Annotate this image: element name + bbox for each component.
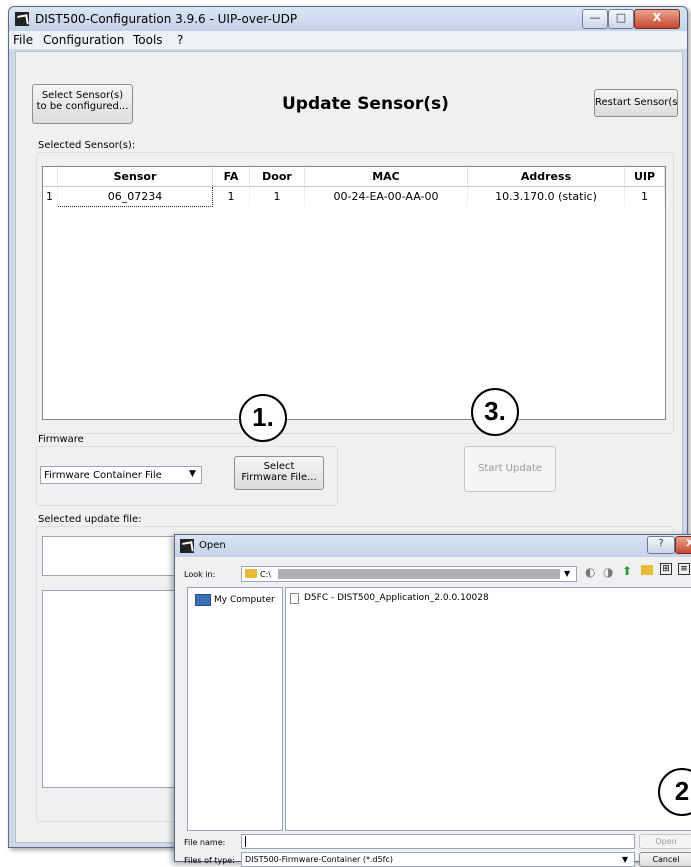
sensors-group-label: Selected Sensor(s): [38,140,136,151]
file-name-input[interactable] [241,834,635,849]
col-fa[interactable]: FA [212,167,250,187]
page-title: Update Sensor(s) [282,94,449,114]
open-button[interactable]: Open [639,834,691,849]
firmware-type-select[interactable]: Firmware Container File ▼ [40,466,202,484]
start-update-button[interactable]: Start Update [464,446,556,492]
menu-help[interactable]: ? [177,33,183,47]
minimize-button[interactable]: — [582,9,608,29]
folder-icon [245,569,257,578]
chevron-down-icon: ▼ [189,469,196,479]
col-door[interactable]: Door [249,167,305,187]
look-in-select[interactable]: C:\ ▼ [241,566,577,582]
cell-index: 1 [43,186,58,207]
firmware-type-value: Firmware Container File [44,470,162,481]
col-uip[interactable]: UIP [624,167,665,187]
step-3-marker: 3. [471,388,519,436]
list-view-icon[interactable]: ⊞ [660,563,672,575]
cell-uip[interactable]: 1 [624,186,665,207]
text-cursor [245,836,246,847]
place-label: My Computer [214,595,275,605]
computer-icon [195,594,211,606]
up-folder-icon[interactable]: ⬆ [622,564,632,578]
col-index [43,167,58,187]
files-of-type-select[interactable]: DIST500-Firmware-Container (*.d5fc) ▼ [241,852,635,867]
new-folder-icon[interactable] [641,565,653,575]
sensor-grid: Sensor FA Door MAC Address UIP 1 06_0723… [43,167,665,207]
file-name: D5FC - DIST500_Application_2.0.0.10028 [304,593,489,603]
firmware-group-label: Firmware [38,434,84,445]
update-file-label: Selected update file: [38,514,142,525]
dialog-title-bar[interactable]: Open ? X [175,535,691,557]
table-row[interactable]: 1 06_07234 1 1 00-24-EA-00-AA-00 10.3.17… [43,186,665,207]
files-of-type-value: DIST500-Firmware-Container (*.d5fc) [245,855,393,864]
file-item[interactable]: D5FC - DIST500_Application_2.0.0.10028 [290,592,590,606]
menu-tools[interactable]: Tools [133,33,163,47]
chevron-down-icon: ▼ [564,569,571,578]
col-sensor[interactable]: Sensor [57,167,213,187]
file-icon [290,593,299,604]
file-name-label: File name: [184,838,226,847]
dialog-help-button[interactable]: ? [647,536,675,554]
back-icon[interactable]: ◐ [585,565,595,579]
look-in-label: Look in: [184,570,216,579]
app-icon [15,12,29,26]
window-title: DIST500-Configuration 3.9.6 - UIP-over-U… [35,12,298,26]
maximize-button[interactable]: □ [608,9,634,29]
look-in-value: C:\ [260,570,271,579]
select-firmware-button[interactable]: Select Firmware File... [234,456,324,490]
step-1-marker: 1. [239,394,287,442]
select-firmware-line1: Select [263,461,295,472]
path-highlight [278,569,560,579]
select-firmware-line2: Firmware File... [241,472,317,483]
title-bar[interactable]: DIST500-Configuration 3.9.6 - UIP-over-U… [9,7,687,31]
cell-door[interactable]: 1 [249,186,305,207]
col-mac[interactable]: MAC [304,167,468,187]
cell-address[interactable]: 10.3.170.0 (static) [467,186,625,207]
sensor-table: Sensor FA Door MAC Address UIP 1 06_0723… [42,166,666,420]
file-list: D5FC - DIST500_Application_2.0.0.10028 [285,587,691,831]
cell-sensor[interactable]: 06_07234 [57,186,213,207]
detail-view-icon[interactable]: ≡ [678,563,690,575]
table-header-row: Sensor FA Door MAC Address UIP [43,167,665,187]
chevron-down-icon: ▼ [622,855,629,864]
menu-file[interactable]: File [13,33,33,47]
col-address[interactable]: Address [467,167,625,187]
open-dialog: Open ? X Look in: C:\ ▼ ◐ ◑ ⬆ ⊞ ≡ My Com… [174,534,691,867]
restart-sensor-button[interactable]: Restart Sensor(s) [594,89,678,117]
close-button[interactable]: X [634,9,680,29]
place-my-computer[interactable]: My Computer [192,593,284,607]
places-sidebar: My Computer [187,587,283,831]
dialog-title: Open [199,540,226,551]
forward-icon[interactable]: ◑ [603,565,613,579]
cell-mac[interactable]: 00-24-EA-00-AA-00 [304,186,468,207]
menu-bar: File Configuration Tools ? [9,31,687,49]
cell-fa[interactable]: 1 [212,186,250,207]
select-sensor-line2: to be configured... [36,101,129,112]
files-of-type-label: Files of type: [184,856,235,865]
cancel-button[interactable]: Cancel [639,852,691,867]
dialog-close-button[interactable]: X [675,536,691,554]
dialog-body: Look in: C:\ ▼ ◐ ◑ ⬆ ⊞ ≡ My Computer D5F… [175,557,691,867]
dialog-icon [180,539,194,553]
select-sensor-line1: Select Sensor(s) [41,90,124,101]
menu-configuration[interactable]: Configuration [43,33,124,47]
select-sensor-button[interactable]: Select Sensor(s) to be configured... [32,84,133,124]
